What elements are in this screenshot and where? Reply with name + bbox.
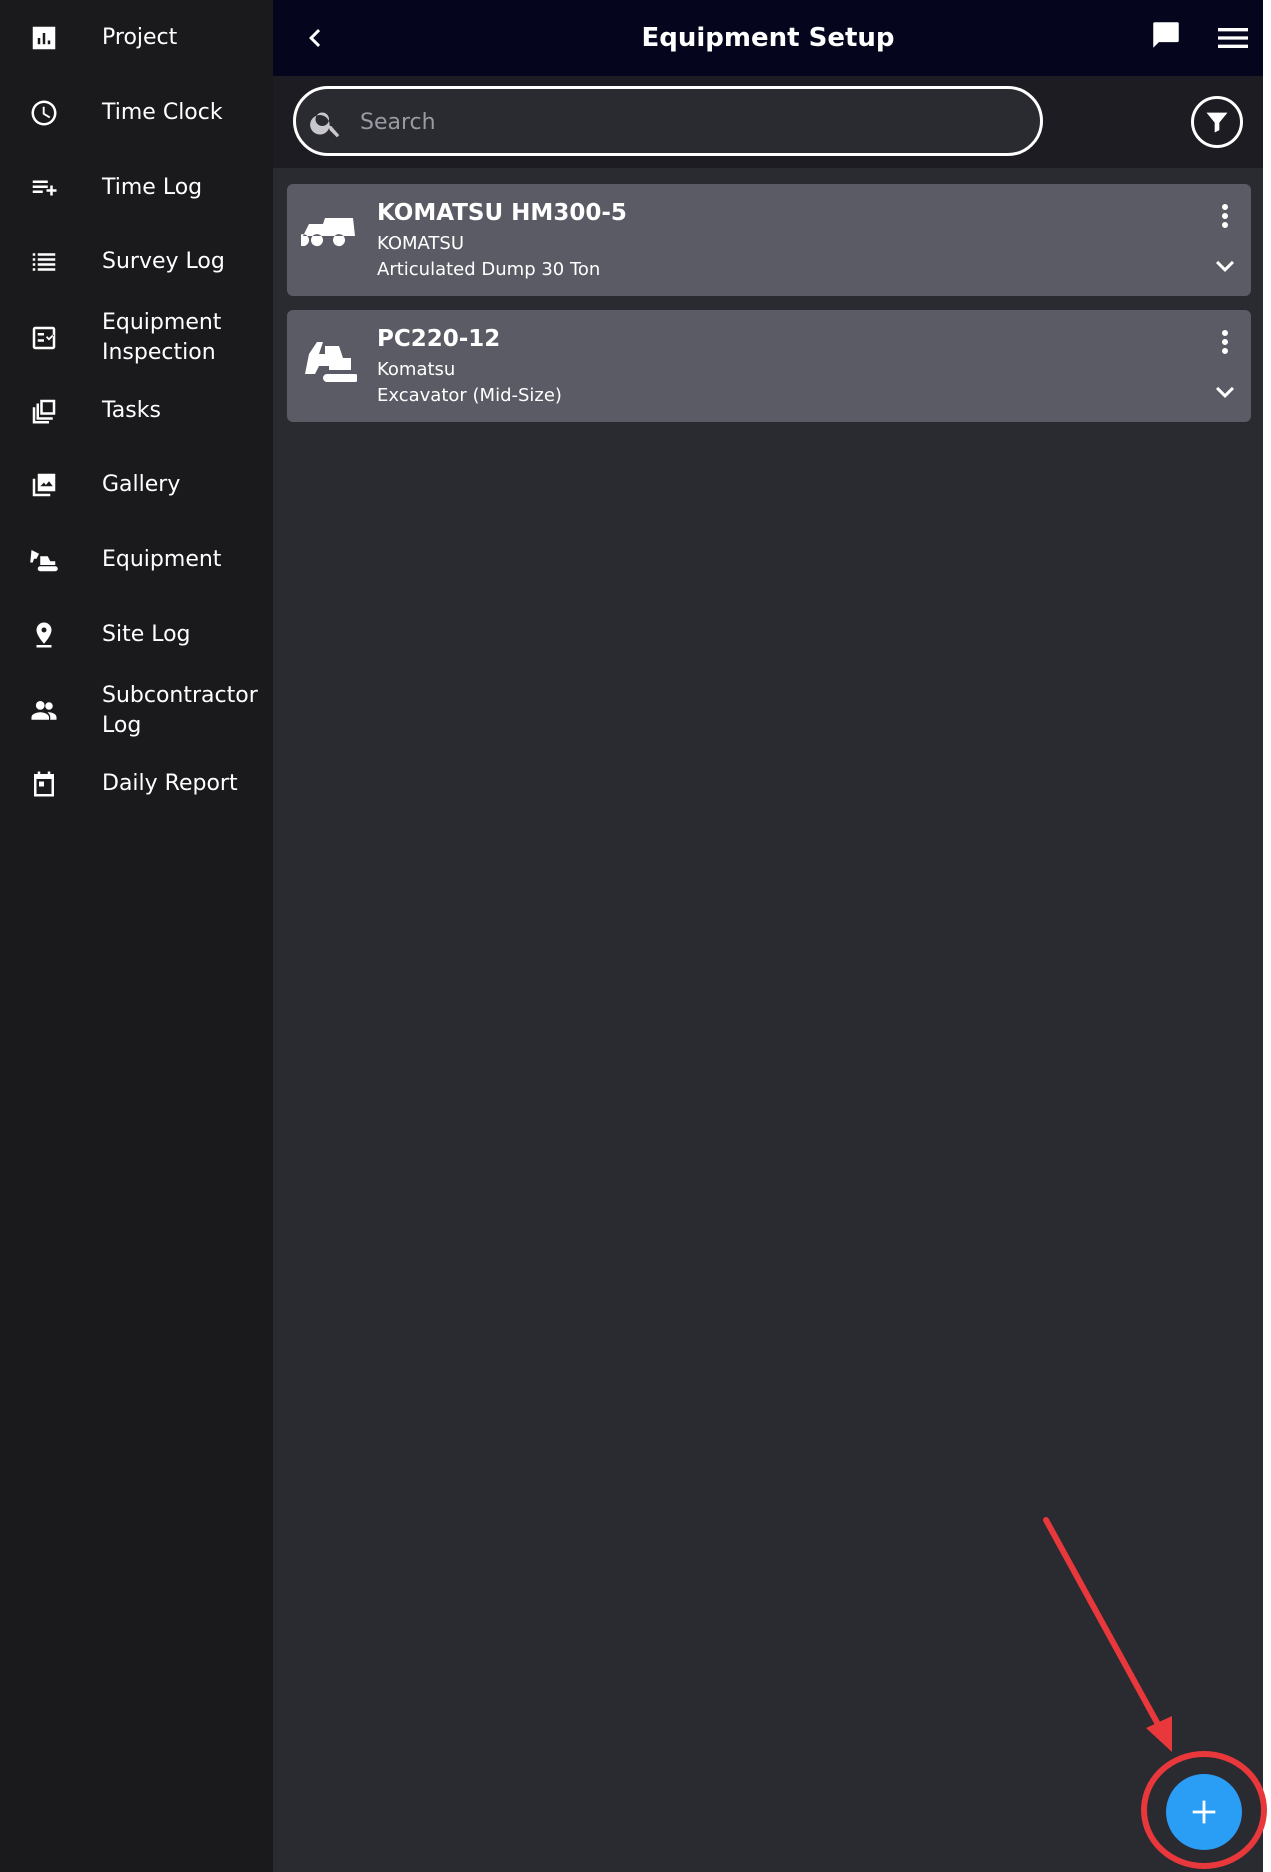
equipment-make: KOMATSU [377, 233, 465, 254]
sidebar-item-subcontractor-log[interactable]: Subcontractor Log [0, 679, 273, 743]
sidebar-item-label: Time Clock [102, 100, 223, 125]
sidebar-item-label: Equipment Inspection [102, 310, 222, 365]
list-item-equipment[interactable]: PC220-12 Komatsu Excavator (Mid-Size) [287, 310, 1251, 422]
top-app-bar: Equipment Setup [273, 0, 1263, 76]
location-pin-icon [28, 619, 60, 651]
sidebar-item-label: Subcontractor Log [102, 683, 258, 738]
chevron-down-icon [1216, 260, 1234, 272]
clock-icon [28, 97, 60, 129]
playlist-add-icon [28, 172, 60, 204]
sidebar-item-site-log[interactable]: Site Log [0, 615, 273, 655]
more-options-button[interactable] [1207, 324, 1243, 360]
people-icon [28, 695, 60, 727]
stacked-cards-icon [28, 395, 60, 427]
sidebar-item-label: Survey Log [102, 249, 225, 274]
list-item-equipment[interactable]: KOMATSU HM300-5 KOMATSU Articulated Dump… [287, 184, 1251, 296]
image-gallery-icon [28, 469, 60, 501]
search-input[interactable] [358, 101, 1022, 143]
sidebar-item-label: Tasks [102, 398, 161, 423]
list-icon [28, 246, 60, 278]
excavator-icon [28, 544, 60, 576]
sidebar-item-equipment[interactable]: Equipment [0, 540, 273, 580]
plus-icon [1192, 1800, 1216, 1824]
search-box[interactable] [293, 86, 1043, 156]
equipment-name: PC220-12 [377, 326, 501, 352]
sidebar-item-gallery[interactable]: Gallery [0, 465, 273, 505]
window-edge [1263, 0, 1271, 1872]
expand-button[interactable] [1207, 248, 1243, 284]
sidebar-item-project[interactable]: Project [0, 18, 273, 58]
equipment-name: KOMATSU HM300-5 [377, 200, 627, 226]
equipment-make: Komatsu [377, 359, 456, 380]
sidebar-item-survey-log[interactable]: Survey Log [0, 242, 273, 282]
filter-icon [1206, 112, 1228, 133]
sidebar-item-time-clock[interactable]: Time Clock [0, 93, 273, 133]
filter-button[interactable] [1191, 96, 1243, 148]
sidebar-item-label: Time Log [102, 175, 203, 200]
sidebar-item-daily-report[interactable]: Daily Report [0, 764, 273, 804]
add-equipment-button[interactable] [1166, 1774, 1242, 1850]
menu-button[interactable] [1213, 18, 1253, 58]
sidebar-item-label: Site Log [102, 622, 191, 647]
bar-chart-icon [28, 22, 60, 54]
chat-icon [1153, 22, 1179, 48]
more-vertical-icon [1222, 330, 1228, 354]
chat-button[interactable] [1149, 18, 1187, 56]
sidebar: Project Time Clock Time Log Survey Log E [0, 0, 273, 1872]
dump-truck-icon [297, 208, 357, 256]
more-vertical-icon [1222, 204, 1228, 228]
more-options-button[interactable] [1207, 198, 1243, 234]
search-icon [308, 105, 344, 141]
sidebar-item-label: Gallery [102, 472, 181, 497]
sidebar-item-label: Daily Report [102, 771, 238, 796]
excavator-icon [301, 334, 359, 382]
equipment-type: Articulated Dump 30 Ton [377, 259, 601, 280]
checklist-icon [28, 322, 60, 354]
calendar-icon [28, 768, 60, 800]
search-row [273, 76, 1263, 168]
page-title: Equipment Setup [641, 23, 895, 53]
sidebar-item-time-log[interactable]: Time Log [0, 168, 273, 208]
equipment-type: Excavator (Mid-Size) [377, 385, 562, 406]
sidebar-item-label: Project [102, 25, 178, 50]
sidebar-item-label: Equipment [102, 547, 222, 572]
hamburger-menu-icon [1218, 28, 1248, 48]
chevron-down-icon [1216, 386, 1234, 398]
sidebar-item-equipment-inspection[interactable]: Equipment Inspection [0, 306, 273, 370]
sidebar-item-tasks[interactable]: Tasks [0, 391, 273, 431]
main-panel: Equipment Setup Search KOMATSU HM300-5 K… [273, 0, 1263, 1872]
expand-button[interactable] [1207, 374, 1243, 410]
app-window: Project Time Clock Time Log Survey Log E [0, 0, 1271, 1872]
